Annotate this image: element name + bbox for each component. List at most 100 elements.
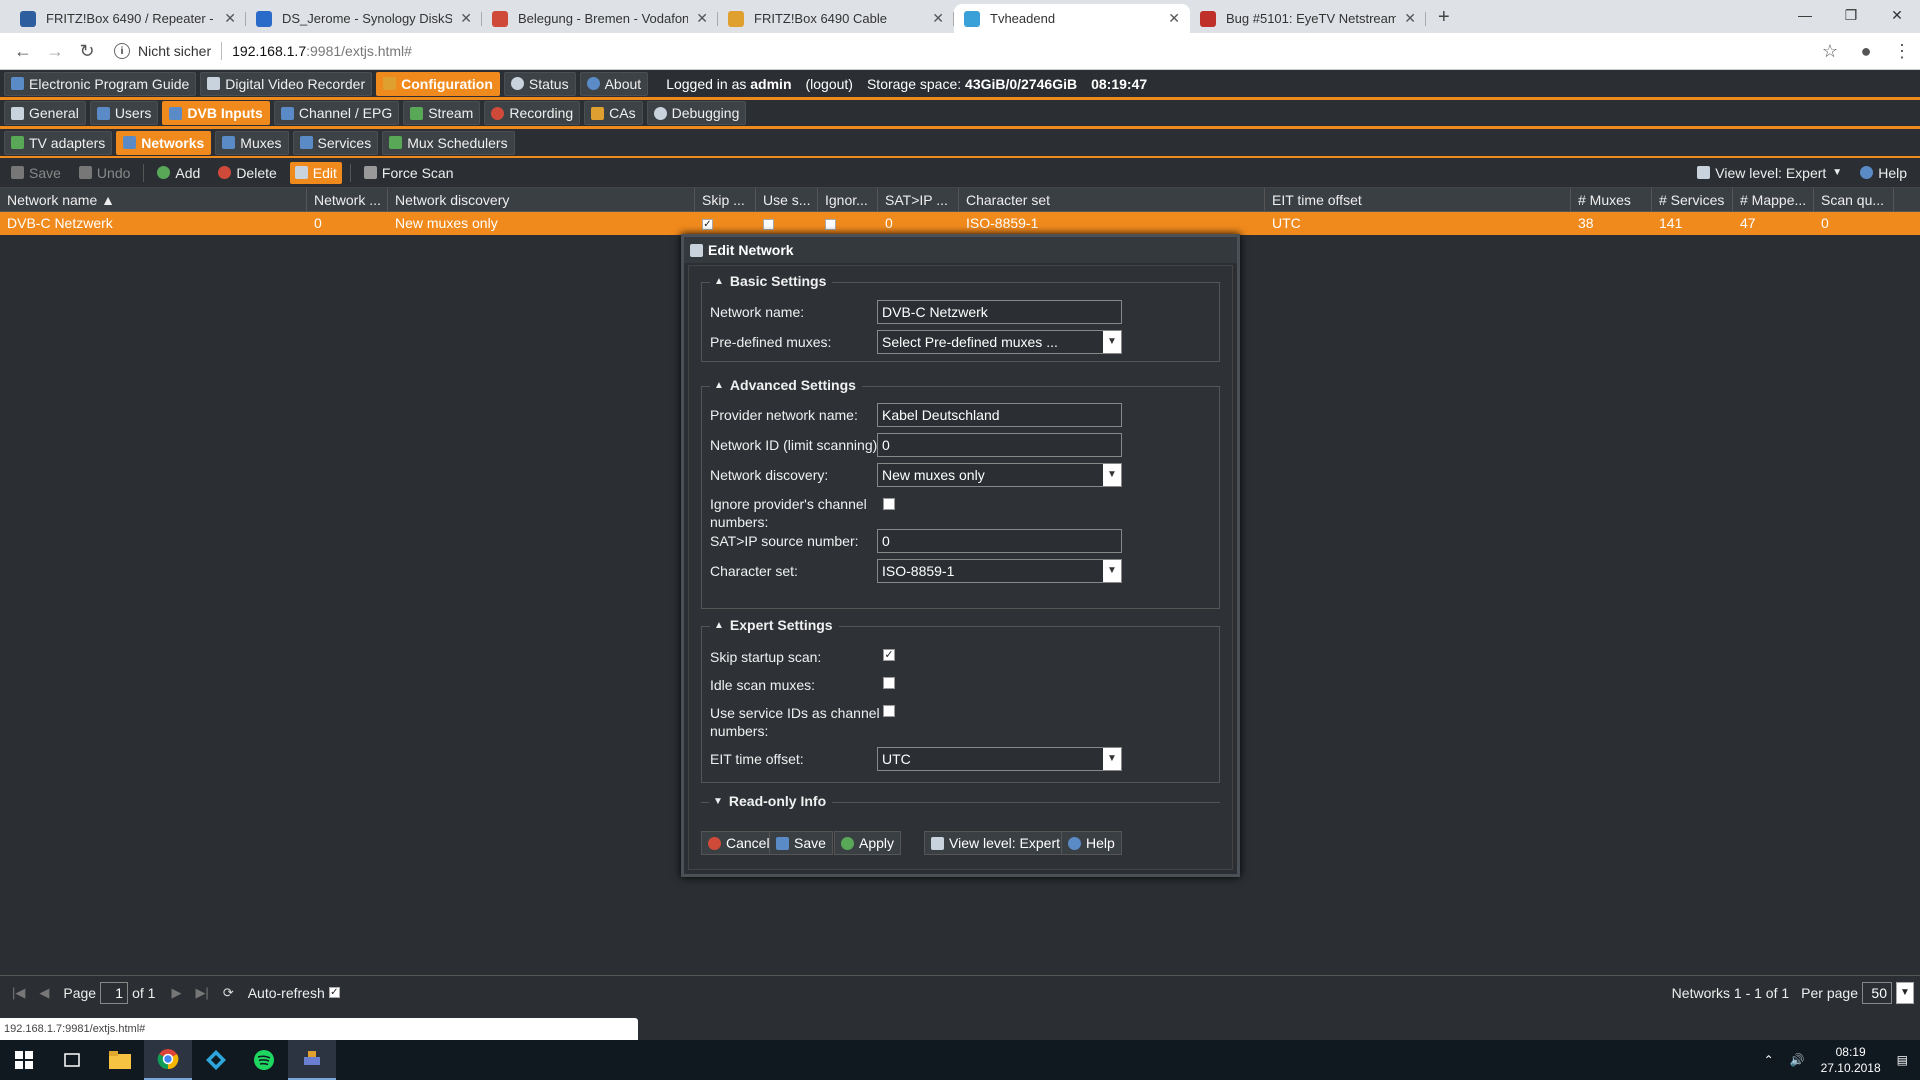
cancel-button[interactable]: Cancel	[701, 831, 777, 855]
network-discovery-select[interactable]: New muxes only ▼	[877, 463, 1122, 487]
reload-icon[interactable]: ↻	[74, 41, 100, 62]
ignore-channel-numbers-checkbox[interactable]	[883, 498, 895, 510]
tab-status[interactable]: Status	[503, 71, 576, 96]
chrome-icon[interactable]	[144, 1040, 192, 1080]
dialog-save-button[interactable]: Save	[769, 831, 833, 855]
apply-button[interactable]: Apply	[834, 831, 902, 855]
close-tab-icon[interactable]: ✕	[1168, 10, 1180, 27]
predefined-muxes-select[interactable]: Select Pre-defined muxes ... ▼	[877, 330, 1122, 354]
column-header[interactable]: Scan qu...	[1814, 188, 1894, 212]
browser-tab[interactable]: Belegung - Bremen - Vodafone-K ✕	[482, 4, 718, 33]
help-button[interactable]: Help	[1855, 162, 1912, 184]
info-icon[interactable]: i	[114, 43, 130, 59]
maximize-icon[interactable]: ❐	[1828, 0, 1874, 30]
column-header[interactable]: Ignor...	[818, 188, 878, 212]
page-input[interactable]: 1	[100, 981, 129, 1004]
tab-debugging[interactable]: Debugging	[646, 101, 747, 125]
tab-recording[interactable]: Recording	[484, 101, 581, 125]
checkbox[interactable]: ✓	[702, 218, 713, 230]
dialog-help-button[interactable]: Help	[1061, 831, 1122, 855]
forward-icon[interactable]: →	[42, 41, 68, 62]
tab-muxes[interactable]: Muxes	[215, 130, 289, 155]
bookmark-star-icon[interactable]: ☆	[1812, 41, 1848, 62]
task-view-icon[interactable]	[48, 1040, 96, 1080]
close-tab-icon[interactable]: ✕	[224, 10, 236, 27]
column-header[interactable]: # Muxes	[1571, 188, 1652, 212]
tray-chevron-up-icon[interactable]: ⌃	[1764, 1053, 1774, 1067]
logout-link[interactable]: (logout)	[806, 76, 853, 92]
checkbox[interactable]	[763, 218, 774, 230]
save-button[interactable]: Save	[6, 162, 66, 184]
tab-tv-adapters[interactable]: TV adapters	[4, 130, 113, 155]
back-icon[interactable]: ←	[10, 41, 36, 62]
advanced-settings-toggle[interactable]: ▲ Advanced Settings	[710, 377, 862, 393]
network-app-icon[interactable]	[288, 1040, 336, 1080]
tab-epg[interactable]: Electronic Program Guide	[4, 71, 197, 96]
minimize-icon[interactable]: —	[1782, 0, 1828, 30]
idle-scan-checkbox[interactable]	[883, 677, 895, 689]
browser-tab[interactable]: DS_Jerome - Synology DiskStatio ✕	[246, 4, 482, 33]
column-header[interactable]: Skip ...	[695, 188, 756, 212]
provider-name-field[interactable]: Kabel Deutschland	[877, 403, 1122, 427]
tab-dvr[interactable]: Digital Video Recorder	[200, 71, 373, 96]
column-header[interactable]: Network ...	[307, 188, 388, 212]
close-tab-icon[interactable]: ✕	[460, 10, 472, 27]
edit-button[interactable]: Edit	[289, 161, 342, 184]
basic-settings-toggle[interactable]: ▲ Basic Settings	[710, 273, 833, 289]
volume-icon[interactable]: 🔊	[1790, 1053, 1805, 1067]
refresh-icon[interactable]: ⟳	[223, 985, 234, 1001]
dialog-title-bar[interactable]: Edit Network	[684, 237, 1237, 263]
browser-tab-active[interactable]: Tvheadend ✕	[954, 4, 1190, 33]
profile-icon[interactable]: ●	[1848, 41, 1884, 62]
tab-dvb-inputs[interactable]: DVB Inputs	[162, 101, 270, 125]
close-tab-icon[interactable]: ✕	[932, 10, 944, 27]
column-header[interactable]: EIT time offset	[1265, 188, 1571, 212]
checkbox[interactable]	[825, 218, 836, 230]
character-set-select[interactable]: ISO-8859-1 ▼	[877, 559, 1122, 583]
tab-stream[interactable]: Stream	[403, 101, 481, 125]
tab-configuration[interactable]: Configuration	[376, 71, 500, 96]
last-page-icon[interactable]: ▶|	[195, 985, 208, 1001]
close-tab-icon[interactable]: ✕	[696, 10, 708, 27]
use-service-ids-checkbox[interactable]	[883, 705, 895, 717]
tab-users[interactable]: Users	[89, 101, 159, 125]
skip-startup-scan-checkbox[interactable]: ✓	[883, 649, 895, 661]
readonly-info-toggle[interactable]: ▼ Read-only Info	[709, 793, 833, 809]
column-header[interactable]: SAT>IP ...	[878, 188, 959, 212]
tab-cas[interactable]: CAs	[584, 101, 643, 125]
browser-tab[interactable]: FRITZ!Box 6490 Cable ✕	[718, 4, 954, 33]
windows-start-icon[interactable]	[0, 1040, 48, 1080]
tab-mux-schedulers[interactable]: Mux Schedulers	[382, 130, 515, 155]
network-name-field[interactable]: DVB-C Netzwerk	[877, 300, 1122, 324]
per-page-select[interactable]: 50	[1862, 981, 1892, 1004]
tab-about[interactable]: About	[579, 71, 649, 96]
dialog-view-level-dropdown[interactable]: View level: Expert▼	[924, 831, 1083, 855]
tab-networks[interactable]: Networks	[116, 130, 212, 155]
column-header[interactable]: # Mappe...	[1733, 188, 1814, 212]
undo-button[interactable]: Undo	[74, 162, 135, 184]
close-tab-icon[interactable]: ✕	[1404, 10, 1416, 27]
tab-general[interactable]: General	[4, 101, 86, 125]
close-window-icon[interactable]: ✕	[1874, 0, 1920, 30]
next-page-icon[interactable]: ▶	[171, 985, 181, 1001]
network-id-field[interactable]: 0	[877, 433, 1122, 457]
column-header[interactable]: Network discovery	[388, 188, 695, 212]
omnibox[interactable]: i Nicht sicher 192.168.1.7:9981/extjs.ht…	[106, 36, 1812, 66]
menu-kebab-icon[interactable]: ⋮	[1884, 41, 1920, 62]
force-scan-button[interactable]: Force Scan	[359, 162, 459, 184]
eit-offset-select[interactable]: UTC ▼	[877, 747, 1122, 771]
prev-page-icon[interactable]: ◀	[39, 985, 49, 1001]
file-explorer-icon[interactable]	[96, 1040, 144, 1080]
new-tab-icon[interactable]: +	[1426, 6, 1462, 33]
delete-button[interactable]: Delete	[213, 162, 281, 184]
kodi-icon[interactable]	[192, 1040, 240, 1080]
auto-refresh-checkbox[interactable]: ✓	[328, 987, 340, 998]
add-button[interactable]: Add	[152, 162, 205, 184]
view-level-dropdown[interactable]: View level: Expert ▼	[1692, 162, 1847, 184]
column-header[interactable]: Use s...	[756, 188, 818, 212]
action-center-icon[interactable]: ▤	[1897, 1053, 1908, 1067]
chevron-down-icon[interactable]: ▼	[1896, 981, 1914, 1004]
spotify-icon[interactable]	[240, 1040, 288, 1080]
browser-tab[interactable]: Bug #5101: EyeTV Netstream 4C ✕	[1190, 4, 1426, 33]
column-header[interactable]: # Services	[1652, 188, 1733, 212]
